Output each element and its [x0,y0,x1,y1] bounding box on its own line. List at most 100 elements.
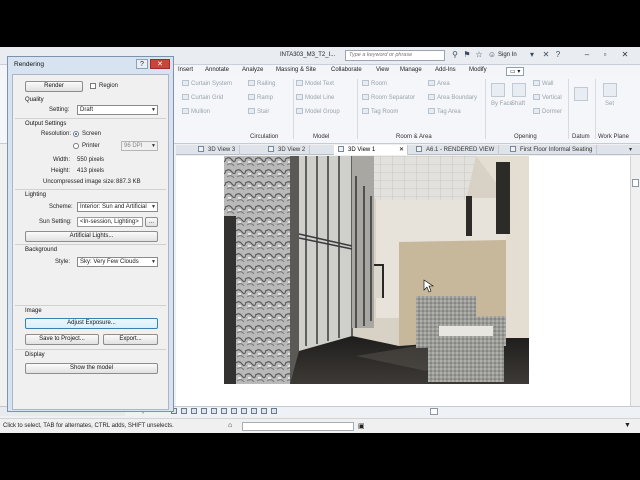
ribbon-options-icon[interactable]: ▭ ▾ [506,67,525,76]
room-separator-button[interactable]: Room Separator [362,94,415,101]
view-tab-3d-view-1[interactable]: 3D View 1 ✕ [334,145,408,155]
close-tab-icon[interactable]: ✕ [399,146,404,153]
horizontal-scrollbar-thumb[interactable] [430,408,438,415]
curtain-system-button[interactable]: Curtain System [182,80,232,87]
worksharing-icon[interactable]: ⌂ [228,422,232,429]
tab-modify[interactable]: Modify [469,67,487,73]
tab-collaborate[interactable]: Collaborate [331,67,362,73]
tag-area-button[interactable]: Tag Area [428,108,461,115]
subscription-icon[interactable]: ⚑ [461,49,473,61]
search-input[interactable]: Type a keyword or phrase [345,50,445,61]
shaft-label: Shaft [511,101,526,107]
3d-view-icon [268,146,274,152]
vertical-opening-button[interactable]: Vertical [533,94,562,101]
binoculars-icon[interactable]: ⚲ [449,49,461,61]
panel-label-work-plane: Work Plane [598,134,629,140]
maximize-icon[interactable]: ▫ [598,48,612,62]
mullion-button[interactable]: Mullion [182,108,210,115]
dialog-help-icon[interactable]: ? [136,59,148,69]
area-button[interactable]: Area [428,80,450,87]
help-icon[interactable]: ? [552,49,564,61]
curtain-grid-button[interactable]: Curtain Grid [182,94,223,101]
area-boundary-button[interactable]: Area Boundary [428,94,477,101]
show-crop-icon[interactable] [231,408,237,414]
close-icon[interactable]: ✕ [618,48,632,62]
vertical-scrollbar[interactable] [630,156,640,406]
workset-selector[interactable] [242,422,354,431]
view-tab-rendered-view[interactable]: A6.1 - RENDERED VIEW [412,145,500,155]
chevron-down-icon[interactable]: ▾ [526,49,538,61]
lock-view-icon[interactable] [241,408,247,414]
sun-path-icon[interactable] [191,408,197,414]
image-section-label: Image [25,308,42,314]
shadows-icon[interactable] [201,408,207,414]
dialog-close-icon[interactable]: ✕ [150,59,170,69]
wall-opening-button[interactable]: Wall [533,80,553,87]
rendered-interior-image [176,156,630,406]
tab-manage[interactable]: Manage [400,67,422,73]
export-button[interactable]: Export... [103,334,158,345]
room-button[interactable]: Room [362,80,387,87]
set-work-plane-icon[interactable] [603,83,617,97]
tab-overflow-icon[interactable]: ▾ [625,145,636,155]
printer-radio[interactable] [73,143,79,149]
dormer-icon [533,108,540,114]
artificial-lights-button[interactable]: Artificial Lights... [25,231,158,242]
shaft-icon[interactable] [512,83,526,97]
rendering-dialog-icon[interactable] [211,408,217,414]
datum-icon[interactable] [574,87,588,101]
visual-style-icon[interactable] [181,408,187,414]
model-text-button[interactable]: Model Text [296,80,334,87]
crop-view-icon[interactable] [221,408,227,414]
panel-label-datum: Datum [572,134,590,140]
tab-add-ins[interactable]: Add-Ins [435,67,456,73]
drawing-area[interactable] [176,156,630,406]
reveal-hidden-icon[interactable] [261,408,267,414]
background-section-label: Background [25,247,58,253]
sign-in-link[interactable]: Sign In [498,52,517,58]
view-tab-3d-view-2[interactable]: 3D View 2 [264,145,311,155]
railing-button[interactable]: Railing [248,80,275,87]
star-icon[interactable]: ☆ [473,49,485,61]
filter-icon[interactable]: ▼ [624,422,631,429]
dpi-select[interactable]: 96 DPI ▼ [121,141,158,151]
resolution-label: Resolution: [41,131,72,137]
ramp-button[interactable]: Ramp [248,94,273,101]
screen-label: Screen [82,131,102,137]
adjust-exposure-button[interactable]: Adjust Exposure... [25,318,158,329]
display-section-label: Display [25,352,45,358]
render-button[interactable]: Render [25,81,83,92]
tab-view[interactable]: View [376,67,389,73]
user-icon[interactable]: ☺ [486,49,498,61]
by-face-icon[interactable] [491,83,505,97]
stair-button[interactable]: Stair [248,108,269,115]
model-group-button[interactable]: Model Group [296,108,340,115]
scrollbar-thumb[interactable] [632,179,639,187]
minimize-icon[interactable]: – [580,48,594,62]
quality-setting-select[interactable]: Draft ▼ [77,105,158,115]
style-label: Style: [55,259,71,265]
region-checkbox[interactable] [90,83,96,89]
view-tab-first-floor[interactable]: First Floor Informal Seating [506,145,598,155]
sun-setting-field: <In-session, Lighting> [77,217,143,227]
temporary-hide-icon[interactable] [251,408,257,414]
tab-massing-site[interactable]: Massing & Site [276,67,316,73]
screen-radio[interactable] [73,131,79,137]
analytical-model-icon[interactable] [271,408,277,414]
dormer-button[interactable]: Dormer [533,108,562,115]
design-options-icon[interactable]: ▣ [358,422,365,430]
exchange-icon[interactable]: ✕ [540,49,552,61]
panel-label-model: Model [313,134,330,140]
dialog-title: Rendering [14,61,44,68]
show-the-model-button[interactable]: Show the model [25,363,158,374]
view-tab-3d-view-3[interactable]: 3D View 3 [194,145,241,155]
tab-annotate[interactable]: Annotate [205,67,229,73]
sun-setting-browse-button[interactable]: ... [145,217,158,227]
model-line-button[interactable]: Model Line [296,94,334,101]
tab-analyze[interactable]: Analyze [242,67,263,73]
tag-room-button[interactable]: Tag Room [362,108,398,115]
lighting-scheme-select[interactable]: Interior: Sun and Artificial ▼ [77,202,158,212]
background-style-select[interactable]: Sky: Very Few Clouds ▼ [77,257,158,267]
save-to-project-button[interactable]: Save to Project... [25,334,99,345]
tab-insert[interactable]: Insert [178,67,193,73]
